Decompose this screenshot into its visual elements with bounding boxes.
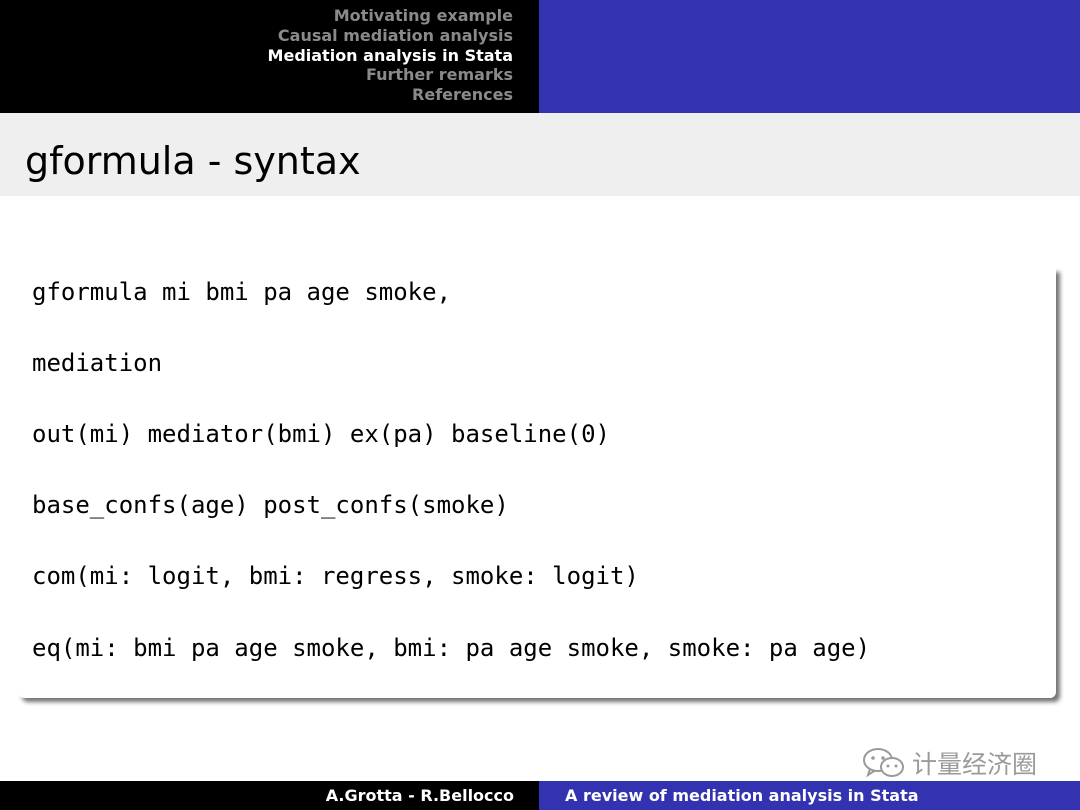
watermark-text: 计量经济圈 <box>912 750 1038 779</box>
code-line: base_confs(age) post_confs(smoke) <box>32 491 509 519</box>
footer-talk-title: A review of mediation analysis in Stata <box>565 786 919 805</box>
nav-item-references[interactable]: References <box>268 85 513 105</box>
code-line: eq(mi: bmi pa age smoke, bmi: pa age smo… <box>32 634 871 662</box>
watermark: 计量经济圈 <box>862 745 1037 781</box>
nav-item-causal-mediation-analysis[interactable]: Causal mediation analysis <box>268 26 513 46</box>
nav-item-further-remarks[interactable]: Further remarks <box>268 65 513 85</box>
code-line: com(mi: logit, bmi: regress, smoke: logi… <box>32 562 639 590</box>
nav-item-motivating-example[interactable]: Motivating example <box>268 6 513 26</box>
nav-item-mediation-analysis-in-stata[interactable]: Mediation analysis in Stata <box>268 46 513 66</box>
footer-authors: A.Grotta - R.Bellocco <box>325 786 514 805</box>
code-line: mediation <box>32 349 163 377</box>
section-navigation: Motivating example Causal mediation anal… <box>268 6 513 105</box>
code-line: out(mi) mediator(bmi) ex(pa) baseline(0) <box>32 420 610 448</box>
header-left-panel: Motivating example Causal mediation anal… <box>0 0 539 113</box>
slide-title: gformula - syntax <box>25 139 361 183</box>
wechat-icon <box>863 748 904 778</box>
code-line: gformula mi bmi pa age smoke, <box>32 278 452 306</box>
header-right-panel <box>539 0 1080 113</box>
